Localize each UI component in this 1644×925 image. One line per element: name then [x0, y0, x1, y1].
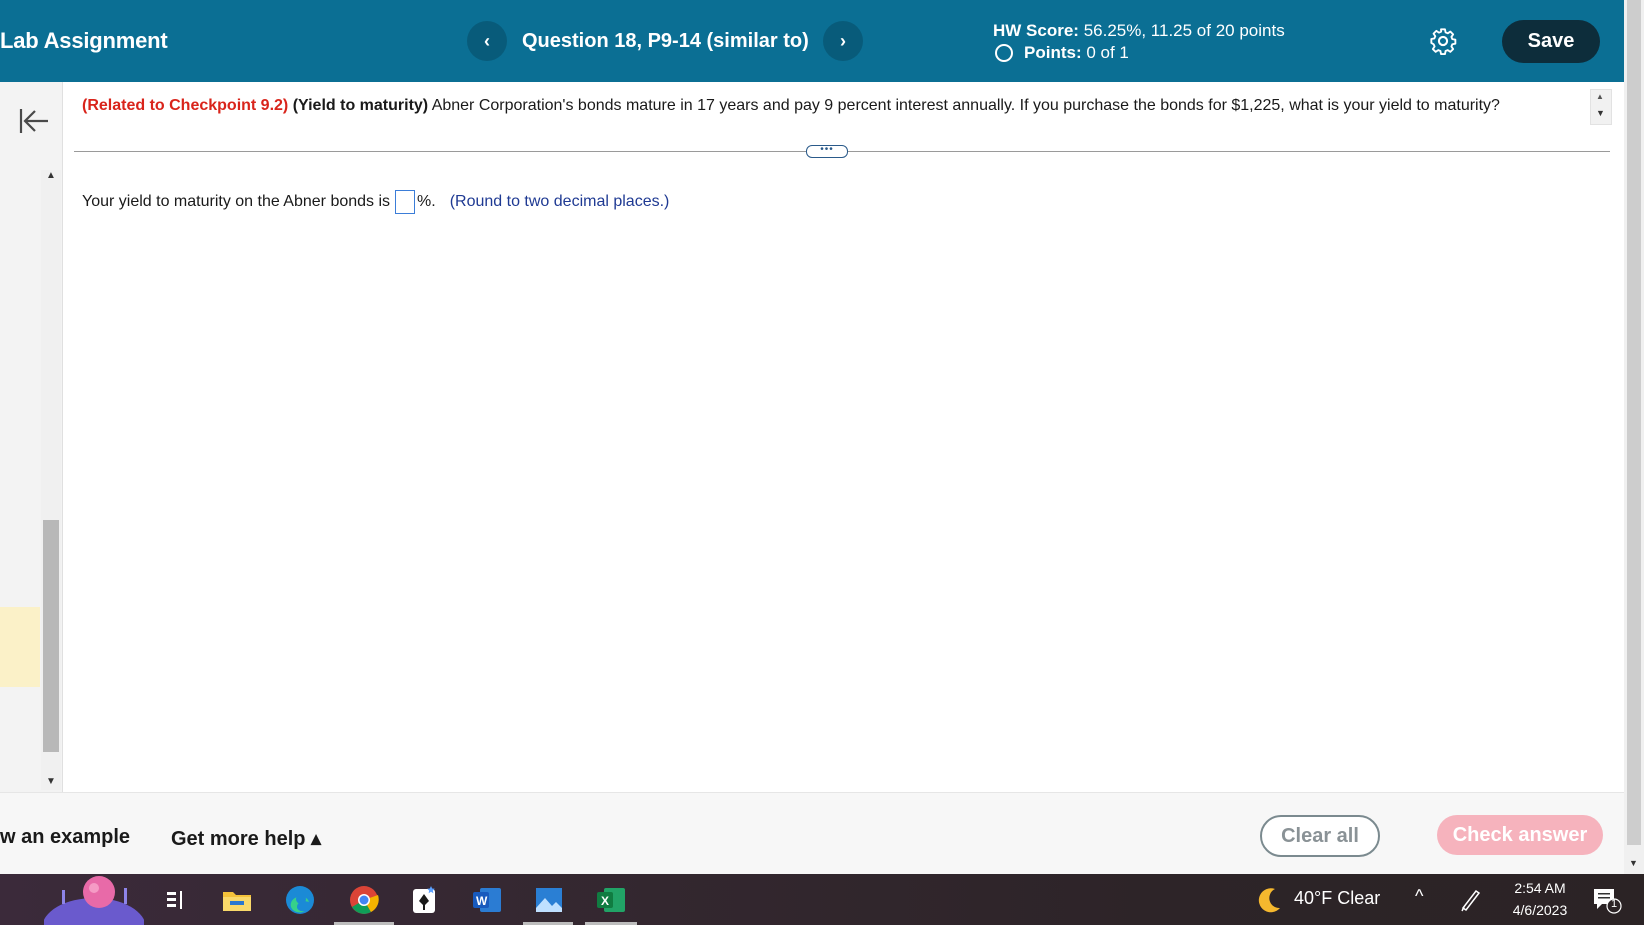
search-highlight-icon[interactable]: [44, 876, 144, 925]
photos-icon[interactable]: [531, 882, 567, 918]
chrome-icon[interactable]: [346, 882, 382, 918]
side-tab[interactable]: [0, 607, 40, 687]
collapse-panel-icon[interactable]: [18, 106, 50, 136]
clear-all-button[interactable]: Clear all: [1260, 815, 1380, 857]
get-more-help-button[interactable]: Get more help ▴: [171, 826, 321, 851]
scroll-down-arrow-icon[interactable]: ▼: [1596, 108, 1605, 118]
question-body: Abner Corporation's bonds mature in 17 y…: [431, 97, 1500, 114]
points-value: 0 of 1: [1086, 43, 1129, 62]
question-scrollbar[interactable]: ▲ ▼: [1590, 89, 1612, 125]
pen-icon[interactable]: [1459, 886, 1483, 912]
expand-button[interactable]: •••: [806, 145, 848, 158]
answer-suffix: %.: [417, 193, 436, 210]
gear-icon[interactable]: [1429, 27, 1457, 55]
points-status-icon: [995, 44, 1013, 62]
view-example-button[interactable]: w an example: [0, 826, 130, 849]
related-checkpoint: (Related to Checkpoint 9.2): [82, 97, 289, 114]
scroll-up-arrow-icon[interactable]: ▲: [1596, 92, 1604, 101]
question-text: (Related to Checkpoint 9.2) (Yield to ma…: [82, 97, 1500, 115]
chevron-left-icon: ‹: [484, 30, 490, 51]
hw-score-label: HW Score:: [993, 21, 1079, 40]
chevron-right-icon: ›: [840, 30, 846, 51]
question-title: Question 18, P9-14 (similar to): [522, 30, 809, 52]
task-view-icon[interactable]: [158, 882, 194, 918]
check-answer-button[interactable]: Check answer: [1437, 815, 1603, 855]
clock-time[interactable]: 2:54 AM: [1500, 880, 1580, 896]
svg-text:X: X: [601, 894, 609, 908]
yield-answer-input[interactable]: [395, 190, 416, 214]
word-icon[interactable]: W: [469, 882, 505, 918]
chevron-up-icon[interactable]: ^: [1415, 886, 1423, 907]
scroll-down-arrow-icon[interactable]: ▼: [1629, 858, 1638, 868]
left-scrollbar-thumb[interactable]: [43, 520, 59, 752]
answer-prefix: Your yield to maturity on the Abner bond…: [82, 193, 391, 210]
file-explorer-icon[interactable]: [219, 882, 255, 918]
answer-row: Your yield to maturity on the Abner bond…: [82, 190, 669, 214]
window-scrollbar[interactable]: ▼: [1624, 0, 1644, 874]
scroll-up-arrow-icon[interactable]: ▲: [46, 170, 56, 181]
clock-date[interactable]: 4/6/2023: [1500, 902, 1580, 918]
score-panel: HW Score: 56.25%, 11.25 of 20 points Poi…: [993, 20, 1285, 64]
taskbar: W X 40°F Clear ^ 2:54 AM 4/6/2023 1: [0, 874, 1644, 925]
previous-question-button[interactable]: ‹: [467, 21, 507, 61]
notification-count: 1: [1610, 898, 1618, 910]
svg-text:W: W: [476, 894, 488, 908]
moon-weather-icon[interactable]: [1255, 886, 1283, 914]
weather-text[interactable]: 40°F Clear: [1294, 888, 1380, 909]
window-scrollbar-thumb[interactable]: [1627, 0, 1641, 845]
top-bar: Lab Assignment ‹ Question 18, P9-14 (sim…: [0, 0, 1624, 82]
save-button[interactable]: Save: [1502, 20, 1600, 63]
question-topic: (Yield to maturity): [292, 97, 429, 114]
points-label: Points:: [1024, 43, 1082, 62]
solitaire-icon[interactable]: [406, 882, 442, 918]
hw-score-value: 56.25%, 11.25 of 20 points: [1083, 21, 1285, 40]
scroll-down-arrow-icon[interactable]: ▼: [46, 776, 56, 787]
next-question-button[interactable]: ›: [823, 21, 863, 61]
rounding-hint: (Round to two decimal places.): [449, 193, 670, 210]
app-title: Lab Assignment: [0, 28, 168, 53]
edge-icon[interactable]: [282, 882, 318, 918]
excel-icon[interactable]: X: [593, 882, 629, 918]
